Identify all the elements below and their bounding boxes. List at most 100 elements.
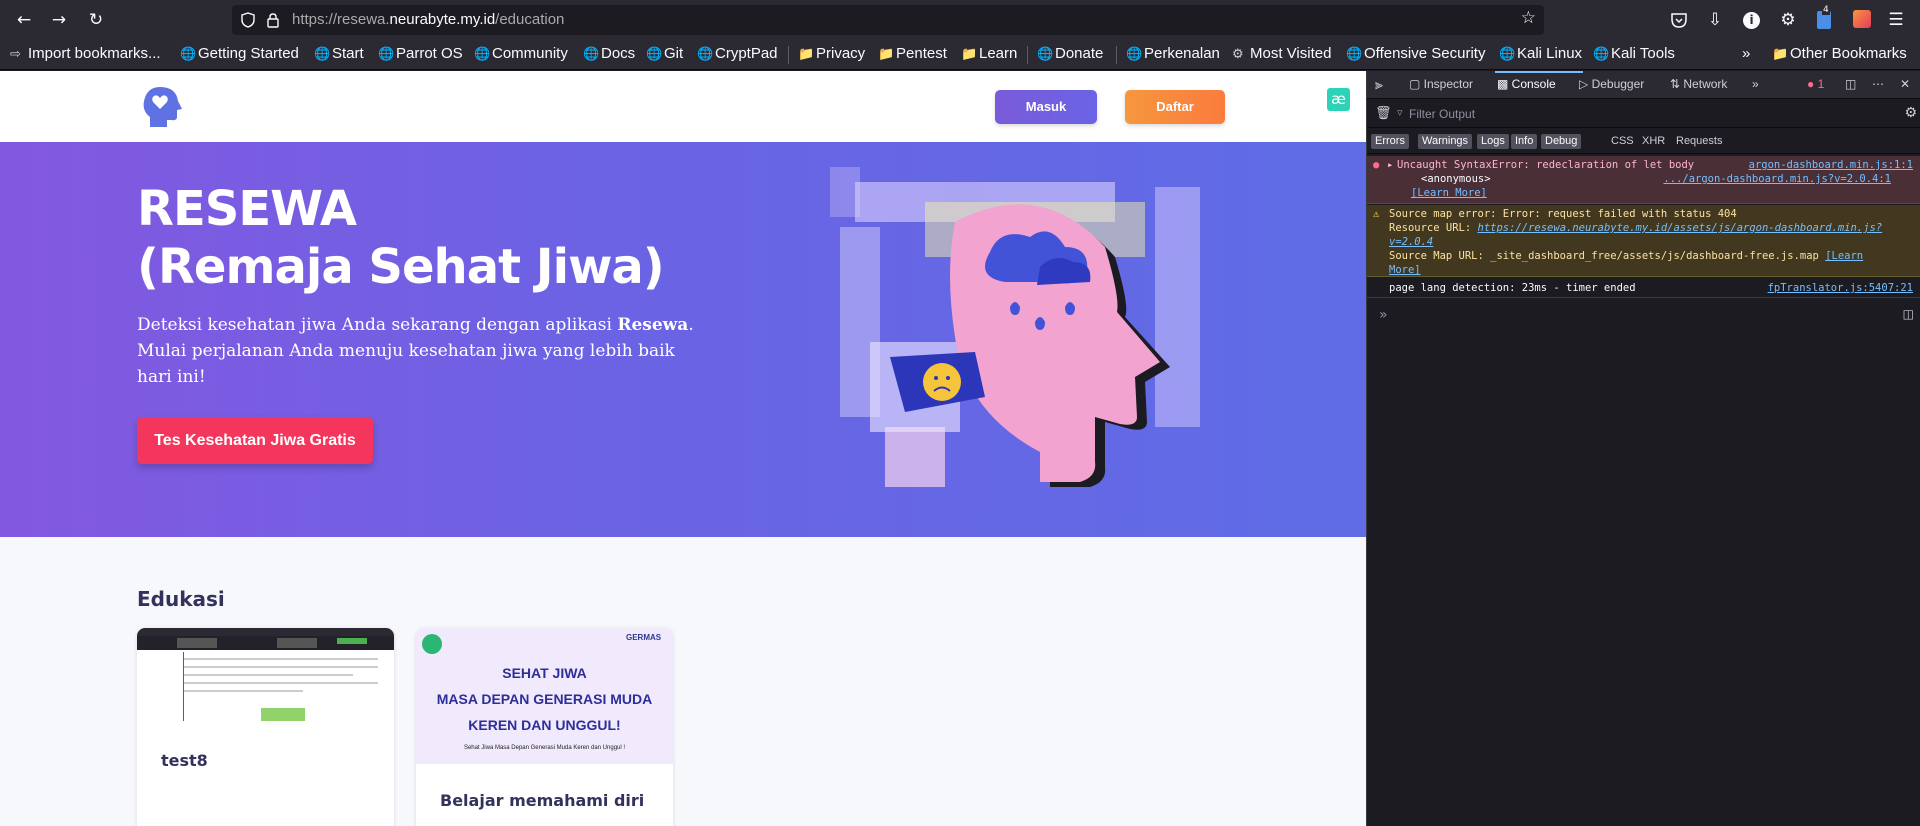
bookmark-label: Kali Tools <box>1611 45 1675 62</box>
bookmark-item[interactable]: 🌐 Kali Linux <box>1499 45 1582 62</box>
globe-icon: 🌐 <box>474 46 491 61</box>
folder-icon: 📁 <box>1772 46 1789 61</box>
console-input[interactable] <box>1397 305 1877 325</box>
bookmarks-overflow-chevron-icon[interactable]: » <box>1742 45 1750 62</box>
education-card[interactable]: GERMAS SEHAT JIWA MASA DEPAN GENERASI MU… <box>416 628 673 826</box>
bookmark-item[interactable]: 🌐 Getting Started <box>180 45 299 62</box>
thumbnail-line <box>183 666 378 668</box>
bookmark-item[interactable]: 🌐 Offensive Security <box>1346 45 1485 62</box>
hero-section: RESEWA (Remaja Sehat Jiwa) Deteksi keseh… <box>0 142 1366 537</box>
tab-network[interactable]: ⇅ Network <box>1670 77 1727 91</box>
bookmark-label: Pentest <box>896 45 947 62</box>
filter-requests-toggle[interactable]: Requests <box>1676 134 1722 149</box>
pocket-icon[interactable] <box>1670 11 1688 29</box>
error-icon: ● <box>1373 159 1380 171</box>
console-error-message[interactable]: ● ▸ Uncaught SyntaxError: redeclaration … <box>1367 156 1920 204</box>
more-options-icon[interactable]: ⋯ <box>1872 77 1884 91</box>
level-info-toggle[interactable]: Info <box>1511 134 1538 149</box>
lock-icon[interactable] <box>266 12 280 28</box>
console-log-message[interactable]: page lang detection: 23ms - timer ended … <box>1367 278 1920 298</box>
console-warning-message[interactable]: ⚠ Source map error: Error: request faile… <box>1367 205 1920 277</box>
console-settings-gear-icon[interactable]: ⚙ <box>1904 105 1917 121</box>
bookmark-item[interactable]: ⇨ Import bookmarks... <box>10 45 161 62</box>
bookmark-label: Most Visited <box>1250 45 1332 62</box>
tab-label: Network <box>1683 77 1728 91</box>
bookmark-item[interactable]: 🌐 Start <box>314 45 364 62</box>
error-icon: ● <box>1807 77 1818 91</box>
stack-frame-source-link[interactable]: .../argon-dashboard.min.js?v=2.0.4:1 <box>1663 172 1891 186</box>
extension-avatar-icon[interactable] <box>1853 10 1871 28</box>
expand-triangle-icon[interactable]: ▸ <box>1387 158 1393 172</box>
register-button[interactable]: Daftar <box>1125 90 1225 124</box>
education-section-title: Edukasi <box>137 587 225 611</box>
info-icon[interactable]: i <box>1743 12 1760 29</box>
bookmark-item[interactable]: 🌐 Parrot OS <box>378 45 463 62</box>
bookmark-label: Donate <box>1055 45 1104 62</box>
element-picker-icon[interactable]: ⫸ <box>1375 76 1383 93</box>
downloads-icon[interactable]: ⇩ <box>1699 4 1731 36</box>
bookmark-item[interactable]: 🌐 Donate <box>1037 45 1103 62</box>
error-source-link[interactable]: argon-dashboard.min.js:1:1 <box>1749 158 1913 172</box>
globe-icon: 🌐 <box>378 46 395 61</box>
education-card[interactable]: test8 <box>137 628 394 826</box>
bookmark-folder[interactable]: 📁 Privacy <box>798 45 865 62</box>
error-count-badge[interactable]: ● 1 <box>1807 77 1824 91</box>
back-icon[interactable]: ← <box>8 4 40 36</box>
bookmark-item[interactable]: 🌐 Kali Tools <box>1593 45 1675 62</box>
bookmark-item[interactable]: 🌐 Community <box>474 45 568 62</box>
bookmark-folder[interactable]: 📁 Pentest <box>878 45 947 62</box>
poster-headline: SEHAT JIWA MASA DEPAN GENERASI MUDA KERE… <box>416 660 673 738</box>
level-errors-toggle[interactable]: Errors <box>1371 134 1409 149</box>
url-bar[interactable]: https://resewa.neurabyte.my.id/education… <box>232 5 1544 35</box>
editor-mode-icon[interactable]: ◫ <box>1903 307 1914 321</box>
bookmark-star-icon[interactable]: ☆ <box>1521 8 1536 28</box>
tab-console[interactable]: ▩ Console <box>1497 77 1556 91</box>
bookmark-item[interactable]: 🌐 CryptPad <box>697 45 778 62</box>
card-thumbnail-poster: GERMAS SEHAT JIWA MASA DEPAN GENERASI MU… <box>416 628 673 764</box>
tab-label: Inspector <box>1423 77 1474 91</box>
learn-more-link-cont[interactable]: More] <box>1389 263 1421 277</box>
other-bookmarks-folder[interactable]: 📁 Other Bookmarks <box>1772 45 1907 62</box>
learn-more-link[interactable]: [Learn <box>1825 250 1863 262</box>
bookmark-item[interactable]: 🌐 Perkenalan <box>1126 45 1220 62</box>
level-warnings-toggle[interactable]: Warnings <box>1418 134 1473 149</box>
trash-icon[interactable]: 🗑 <box>1375 106 1392 121</box>
resource-url-link[interactable]: https://resewa.neurabyte.my.id/assets/js… <box>1478 222 1883 234</box>
brand-logo-head-heart-icon[interactable] <box>140 85 184 129</box>
globe-icon: 🌐 <box>583 46 600 61</box>
menu-icon[interactable]: ☰ <box>1880 4 1912 36</box>
browser-toolbar: ← → ↻ https://resewa.neurabyte.my.id/edu… <box>0 0 1920 40</box>
reload-icon[interactable]: ↻ <box>80 4 112 36</box>
close-icon[interactable]: ✕ <box>1900 77 1910 91</box>
learn-more-link[interactable]: [Learn More] <box>1411 186 1487 200</box>
bookmark-label: Getting Started <box>198 45 299 62</box>
bookmark-item[interactable]: ⚙ Most Visited <box>1232 45 1331 62</box>
site-navbar: Masuk Daftar æ <box>0 71 1366 142</box>
extensions-icon[interactable]: ⚙ <box>1772 4 1804 36</box>
bookmark-item[interactable]: 🌐 Git <box>646 45 683 62</box>
resource-url-link-cont[interactable]: v=2.0.4 <box>1389 235 1433 249</box>
shield-icon[interactable] <box>240 12 256 28</box>
level-logs-toggle[interactable]: Logs <box>1477 134 1509 149</box>
dock-toggle-icon[interactable]: ◫ <box>1845 77 1856 91</box>
extension-overlay-icon[interactable]: æ <box>1327 88 1350 111</box>
log-source-link[interactable]: fpTranslator.js:5407:21 <box>1768 281 1913 295</box>
bookmark-folder[interactable]: 📁 Learn <box>961 45 1017 62</box>
bookmark-separator <box>1116 46 1117 64</box>
forward-icon[interactable]: → <box>43 4 75 36</box>
card-title[interactable]: test8 <box>161 751 208 770</box>
level-debug-toggle[interactable]: Debug <box>1541 134 1582 149</box>
card-title[interactable]: Belajar memahami diri <box>440 791 644 810</box>
login-button[interactable]: Masuk <box>995 90 1097 124</box>
filter-xhr-toggle[interactable]: XHR <box>1642 134 1665 149</box>
filter-css-toggle[interactable]: CSS <box>1611 134 1634 149</box>
bookmark-item[interactable]: 🌐 Docs <box>583 45 635 62</box>
thumbnail-block <box>337 638 367 644</box>
tab-inspector[interactable]: ▢ Inspector <box>1409 77 1473 91</box>
free-mental-test-button[interactable]: Tes Kesehatan Jiwa Gratis <box>137 417 373 464</box>
url-text[interactable]: https://resewa.neurabyte.my.id/education <box>292 11 564 28</box>
more-tabs-chevron-icon[interactable]: » <box>1752 77 1759 91</box>
filter-output-input[interactable]: Filter Output <box>1409 107 1475 121</box>
tab-debugger[interactable]: ▷ Debugger <box>1579 77 1644 91</box>
debugger-icon: ▷ <box>1579 77 1592 91</box>
